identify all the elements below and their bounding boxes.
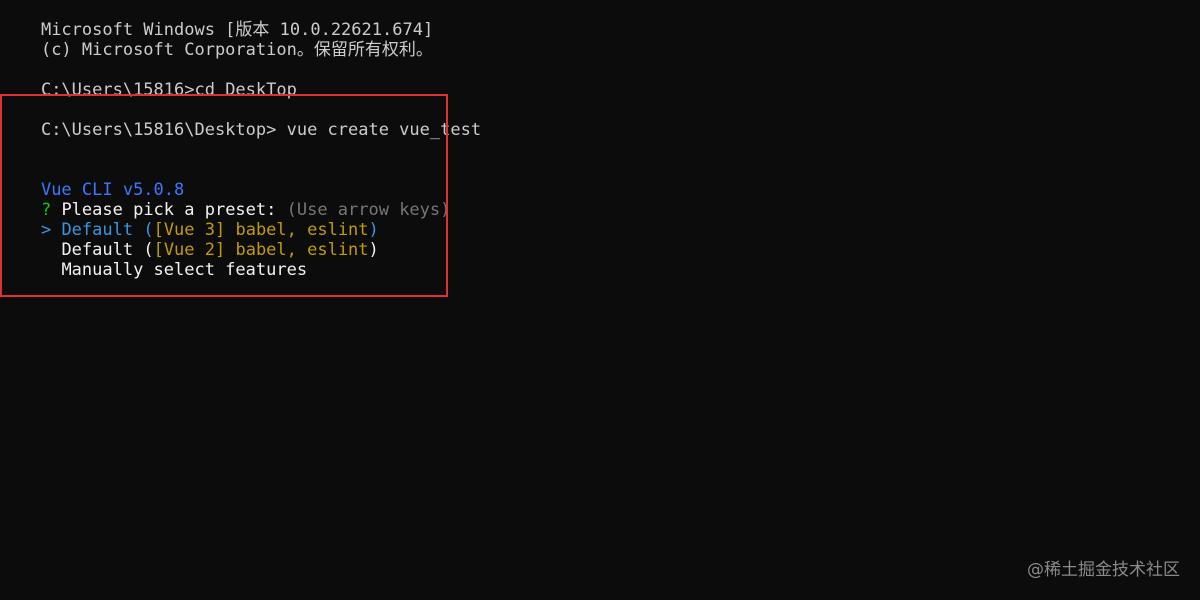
- prompt-path: C:\Users\15816>: [40, 80, 195, 100]
- preset-option-manual[interactable]: Manually select features: [0, 240, 307, 280]
- selection-pointer-blank: [41, 260, 51, 280]
- command-line-cd: C:\Users\15816>cd DeskTop: [0, 60, 297, 100]
- preset-option-vue2[interactable]: Default ([Vue 2] babel, eslint): [0, 220, 378, 260]
- option-paren-close: ): [368, 240, 379, 260]
- command-line-vue-create: C:\Users\15816\Desktop> vue create vue_t…: [0, 100, 481, 140]
- preset-option-vue3[interactable]: > Default ([Vue 3] babel, eslint): [0, 200, 379, 240]
- command-text: vue create vue_test: [276, 120, 482, 140]
- option-name: Manually select features: [51, 260, 308, 280]
- watermark: @稀土掘金技术社区: [1027, 560, 1180, 580]
- cli-version-line: Vue CLI v5.0.8: [0, 160, 184, 200]
- header-line-os: Microsoft Windows [版本 10.0.22621.674]: [0, 0, 433, 40]
- header-line-copyright: (c) Microsoft Corporation。保留所有权利。: [0, 20, 433, 60]
- preset-question-line: ? Please pick a preset: (Use arrow keys): [0, 180, 450, 220]
- command-text: cd DeskTop: [194, 80, 297, 100]
- terminal-window[interactable]: Microsoft Windows [版本 10.0.22621.674] (c…: [0, 0, 1200, 600]
- prompt-path: C:\Users\15816\Desktop>: [40, 120, 277, 140]
- copyright-text: (c) Microsoft Corporation。保留所有权利。: [40, 40, 433, 60]
